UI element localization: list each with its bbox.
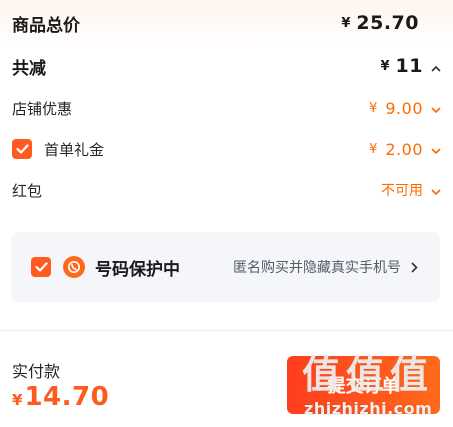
paid-amount-value: 14.70 — [24, 382, 110, 412]
chevron-up-icon[interactable] — [431, 57, 441, 76]
total-price-row: 商品总价 ¥ 25.70 — [0, 10, 453, 36]
store-discount-amount: 9.00 — [385, 98, 423, 118]
phone-shield-icon — [63, 256, 85, 278]
first-order-gift-amount: 2.00 — [385, 139, 423, 159]
discount-total-row[interactable]: 共减 ¥ 11 — [0, 52, 453, 80]
red-packet-status: 不可用 — [381, 183, 423, 199]
first-order-gift-row[interactable]: 首单礼金 ¥ 2.00 — [0, 137, 453, 161]
discount-total-amount: 11 — [395, 55, 423, 77]
first-order-gift-checkbox[interactable] — [12, 139, 32, 159]
first-order-gift-currency: ¥ — [369, 141, 378, 157]
chevron-right-icon[interactable] — [411, 261, 418, 273]
submit-order-button[interactable]: 提交订单 — [287, 356, 440, 414]
chevron-down-icon[interactable] — [431, 99, 441, 118]
total-price-label: 商品总价 — [12, 15, 80, 36]
number-protection-card[interactable]: 号码保护中 匿名购买并隐藏真实手机号 — [11, 232, 440, 302]
paid-currency: ¥ — [12, 391, 23, 409]
paid-amount: ¥ 14.70 — [12, 382, 109, 412]
store-discount-label: 店铺优惠 — [12, 99, 73, 118]
store-discount-currency: ¥ — [369, 100, 378, 116]
number-protection-description: 匿名购买并隐藏真实手机号 — [233, 260, 401, 276]
total-price-amount: 25.70 — [356, 12, 419, 34]
footer-divider — [0, 330, 453, 331]
discount-total-label: 共减 — [12, 58, 46, 79]
first-order-gift-label: 首单礼金 — [44, 140, 105, 159]
chevron-down-icon[interactable] — [431, 140, 441, 159]
paid-amount-label: 实付款 — [12, 362, 61, 381]
red-packet-row[interactable]: 红包 不可用 — [0, 178, 453, 202]
total-currency: ¥ — [341, 15, 351, 31]
chevron-down-icon[interactable] — [431, 181, 441, 200]
red-packet-label: 红包 — [12, 181, 43, 200]
number-protection-title: 号码保护中 — [95, 259, 180, 280]
store-discount-row[interactable]: 店铺优惠 ¥ 9.00 — [0, 96, 453, 120]
number-protection-checkbox[interactable] — [31, 257, 51, 277]
discount-currency: ¥ — [380, 58, 390, 74]
order-summary-page: 商品总价 ¥ 25.70 共减 ¥ 11 店铺优惠 ¥ 9.00 首单礼金 ¥ … — [0, 0, 453, 427]
